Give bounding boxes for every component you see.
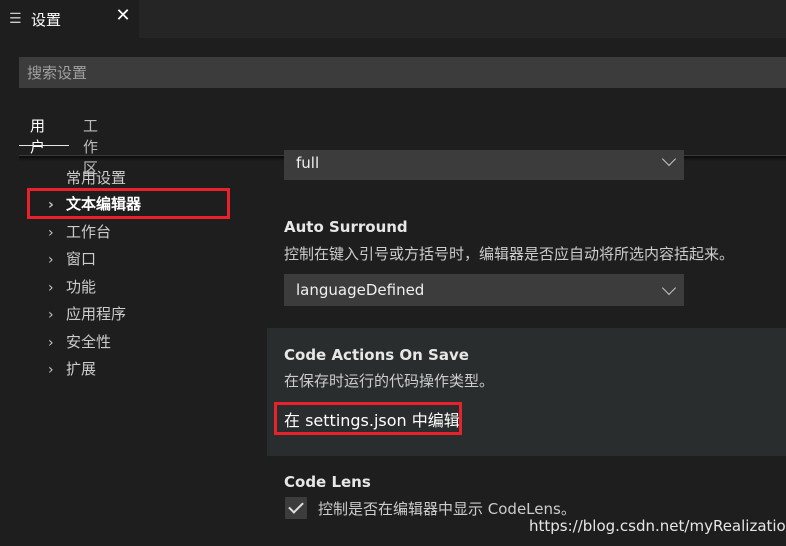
tab-user[interactable]: 用户 bbox=[30, 115, 45, 157]
chevron-right-icon: › bbox=[48, 335, 54, 351]
code-lens-title: Code Lens bbox=[284, 473, 371, 491]
toc-item-label: 窗口 bbox=[66, 250, 97, 268]
previous-setting-dropdown[interactable]: full bbox=[284, 150, 684, 180]
toc-item-label: 安全性 bbox=[66, 333, 112, 351]
code-actions-on-save-description: 在保存时运行的代码操作类型。 bbox=[284, 372, 495, 390]
code-lens-description: 控制是否在编辑器中显示 CodeLens。 bbox=[318, 500, 576, 518]
toc-item-commonly-used[interactable]: 常用设置 bbox=[66, 167, 126, 188]
toc-item-extensions[interactable]: › 扩展 bbox=[48, 358, 96, 384]
search-settings-box bbox=[19, 57, 786, 88]
dropdown-value: full bbox=[296, 154, 320, 172]
code-lens-checkbox[interactable] bbox=[285, 497, 307, 519]
toc-item-label: 扩展 bbox=[66, 360, 97, 378]
toc-item-workbench[interactable]: › 工作台 bbox=[48, 221, 111, 247]
auto-surround-title: Auto Surround bbox=[284, 218, 408, 236]
toc-item-label: 应用程序 bbox=[66, 305, 127, 323]
dropdown-value: languageDefined bbox=[296, 281, 425, 299]
settings-tab[interactable]: ☰ 设置 ✕ bbox=[0, 0, 139, 38]
active-tab-underline bbox=[19, 145, 69, 146]
auto-surround-description: 控制在键入引号或方括号时，编辑器是否应自动将所选内容括起来。 bbox=[284, 245, 735, 263]
tab-title: 设置 bbox=[31, 11, 62, 29]
chevron-down-icon bbox=[661, 280, 677, 296]
watermark: https://blog.csdn.net/myRealization bbox=[529, 517, 786, 535]
search-input[interactable] bbox=[19, 57, 786, 88]
chevron-right-icon: › bbox=[48, 252, 54, 268]
list-icon: ☰ bbox=[9, 11, 22, 27]
chevron-right-icon: › bbox=[48, 225, 54, 241]
toc-item-application[interactable]: › 应用程序 bbox=[48, 303, 126, 329]
editor-tab-bar: ☰ 设置 ✕ bbox=[0, 0, 786, 38]
chevron-right-icon: › bbox=[48, 362, 54, 378]
chevron-down-icon bbox=[661, 151, 677, 167]
toc-item-label: 功能 bbox=[66, 278, 97, 296]
toc-item-security[interactable]: › 安全性 bbox=[48, 331, 111, 357]
close-icon[interactable]: ✕ bbox=[113, 5, 133, 29]
code-actions-on-save-title: Code Actions On Save bbox=[284, 346, 469, 364]
toc-item-features[interactable]: › 功能 bbox=[48, 276, 96, 302]
highlight-box bbox=[27, 188, 230, 219]
highlight-box bbox=[274, 402, 462, 435]
toc-item-window[interactable]: › 窗口 bbox=[48, 248, 96, 274]
chevron-right-icon: › bbox=[48, 280, 54, 296]
toc-item-label: 工作台 bbox=[66, 223, 112, 241]
chevron-right-icon: › bbox=[48, 307, 54, 323]
auto-surround-dropdown[interactable]: languageDefined bbox=[284, 274, 684, 306]
